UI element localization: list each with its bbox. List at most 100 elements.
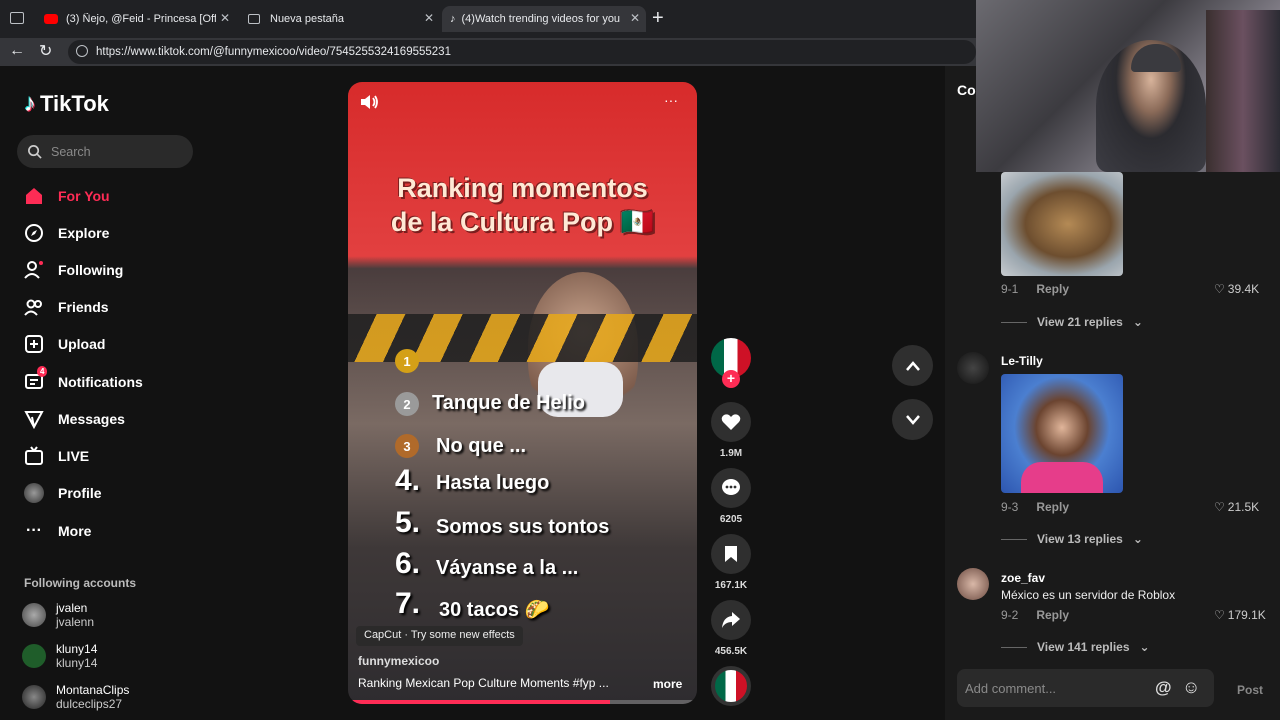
account-name: MontanaClips	[56, 683, 130, 697]
video-title-line: Ranking momentos	[397, 173, 648, 203]
view-replies-button[interactable]: View 21 replies ⌄	[1001, 315, 1143, 329]
like-button[interactable]: 1.9M	[711, 402, 751, 459]
reply-button[interactable]: Reply	[1036, 282, 1069, 296]
comment-image[interactable]	[1001, 172, 1123, 276]
comment-image[interactable]	[1001, 374, 1123, 493]
tiktok-icon: ♪	[450, 13, 456, 25]
follow-plus-icon[interactable]: +	[722, 370, 740, 388]
comments-header: Co	[957, 82, 976, 98]
tab-youtube[interactable]: (3) Ñejo, @Feid - Princesa [Officia ✕	[36, 6, 236, 32]
reply-button[interactable]: Reply	[1036, 500, 1069, 514]
nav-more[interactable]: ··· More	[24, 520, 91, 542]
comment-username[interactable]: Le-Tilly	[1001, 354, 1043, 368]
tab-new[interactable]: Nueva pestaña ✕	[240, 6, 440, 32]
account-handle: jvalenn	[56, 615, 95, 629]
add-comment-input[interactable]: Add comment... @ ☺	[957, 669, 1214, 707]
tab-title: (4)Watch trending videos for you	[461, 13, 621, 25]
nav-messages[interactable]: Messages	[24, 408, 125, 430]
chevron-down-icon: ⌄	[1139, 640, 1150, 654]
view-replies-button[interactable]: View 141 replies ⌄	[1001, 640, 1150, 654]
silver-medal-icon: 2	[395, 392, 419, 416]
account-item[interactable]: MontanaClips dulceclips27	[22, 683, 129, 711]
share-count: 456.5K	[714, 646, 748, 657]
reply-button[interactable]: Reply	[1036, 608, 1069, 622]
upload-icon	[24, 334, 44, 354]
video-progress-fill	[348, 700, 610, 704]
tab-title: Nueva pestaña	[270, 13, 344, 25]
next-video-button[interactable]	[892, 399, 933, 440]
previous-video-button[interactable]	[892, 345, 933, 386]
comment-meta: 9-3 Reply	[1001, 500, 1069, 514]
share-button[interactable]: 456.5K	[711, 600, 751, 657]
gold-medal-icon: 1	[395, 349, 419, 373]
nav-label: Following	[58, 262, 124, 278]
nav-live[interactable]: LIVE	[24, 445, 89, 467]
post-button[interactable]: Post	[1237, 683, 1263, 697]
comment-like[interactable]: ♡ 39.4K	[1214, 282, 1259, 296]
avatar[interactable]	[957, 568, 989, 600]
nav-explore[interactable]: Explore	[24, 222, 109, 244]
account-handle: kluny14	[56, 656, 98, 670]
tab-list-icon[interactable]	[10, 12, 24, 24]
video-author[interactable]: funnymexicoo	[358, 654, 439, 668]
comment-button[interactable]: 6205	[711, 468, 751, 525]
chevron-up-icon	[905, 360, 920, 371]
comment-text: México es un servidor de Roblox	[1001, 588, 1176, 602]
emoji-icon[interactable]: ☺	[1182, 677, 1200, 698]
nav-following[interactable]: Following	[24, 259, 123, 281]
new-tab-icon[interactable]: +	[652, 8, 664, 28]
close-icon[interactable]: ✕	[630, 11, 640, 25]
nav-profile[interactable]: Profile	[24, 482, 102, 504]
comment-like[interactable]: ♡ 179.1K	[1214, 608, 1266, 622]
capcut-banner[interactable]: CapCut · Try some new effects	[356, 626, 523, 646]
nav-upload[interactable]: Upload	[24, 333, 105, 355]
webcam-overlay	[976, 0, 1280, 172]
nav-friends[interactable]: Friends	[24, 296, 109, 318]
more-options-icon[interactable]: ···	[664, 92, 678, 108]
comment-meta: 9-1 Reply	[1001, 282, 1069, 296]
comment-username[interactable]: zoe_fav	[1001, 571, 1045, 585]
mention-icon[interactable]: @	[1155, 678, 1172, 698]
bookmark-icon	[711, 534, 751, 574]
nav-notifications[interactable]: 4 Notifications	[24, 366, 143, 393]
url-field[interactable]: https://www.tiktok.com/@funnymexicoo/vid…	[68, 40, 976, 64]
view-replies-label: View 13 replies	[1037, 532, 1123, 546]
tab-tiktok[interactable]: ♪ (4)Watch trending videos for you ✕	[442, 6, 646, 32]
avatar[interactable]	[957, 352, 989, 384]
search-input[interactable]: Search	[17, 135, 193, 168]
back-icon[interactable]: ←	[9, 42, 25, 60]
rank-number: 4.	[395, 464, 421, 497]
reload-icon[interactable]: ↻	[39, 41, 52, 61]
save-button[interactable]: 167.1K	[711, 534, 751, 591]
rank-text: Hasta luego	[436, 472, 550, 494]
close-icon[interactable]: ✕	[220, 11, 230, 25]
notifications-icon: 4	[24, 366, 48, 392]
rank-number: 6.	[395, 547, 421, 580]
avatar	[22, 685, 46, 709]
volume-icon[interactable]	[360, 94, 380, 110]
following-accounts-title: Following accounts	[24, 576, 137, 590]
account-item[interactable]: jvalen jvalenn	[22, 601, 94, 629]
chevron-down-icon: ⌄	[1132, 315, 1143, 329]
view-replies-label: View 141 replies	[1037, 640, 1130, 654]
nav-for-you[interactable]: For You	[24, 185, 110, 207]
close-icon[interactable]: ✕	[424, 11, 434, 25]
capcut-text: CapCut · Try some new effects	[364, 629, 515, 641]
video-progress-track[interactable]	[348, 700, 697, 704]
comment-like[interactable]: ♡ 21.5K	[1214, 500, 1259, 514]
more-link[interactable]: more	[653, 677, 682, 691]
tiktok-logo[interactable]: ♪ TikTok	[24, 90, 109, 118]
site-info-icon[interactable]	[76, 45, 88, 57]
nav-label: Friends	[58, 299, 109, 315]
rank-number: 5.	[395, 506, 421, 539]
search-placeholder: Search	[51, 144, 91, 159]
account-item[interactable]: kluny14 kluny14	[22, 642, 97, 670]
sound-disc[interactable]	[711, 666, 751, 706]
nav-label: Upload	[58, 336, 106, 352]
video-player[interactable]: ··· Ranking momentos de la Cultura Pop 🇲…	[348, 82, 697, 704]
heart-outline-icon: ♡	[1214, 608, 1225, 622]
view-replies-button[interactable]: View 13 replies ⌄	[1001, 532, 1143, 546]
url-text: https://www.tiktok.com/@funnymexicoo/vid…	[96, 46, 451, 58]
tiktok-logo-icon: ♪	[24, 90, 36, 117]
friends-icon	[24, 297, 44, 317]
